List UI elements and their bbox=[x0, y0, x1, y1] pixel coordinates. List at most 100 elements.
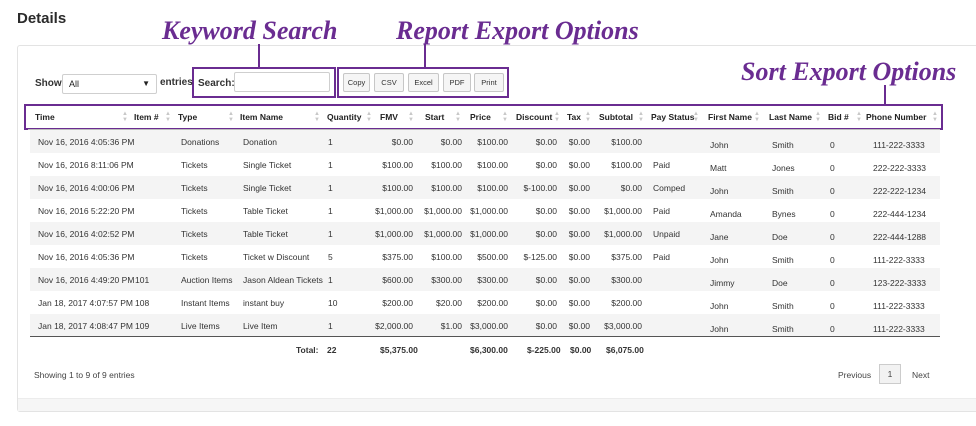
column-header-subtotal[interactable]: Subtotal bbox=[599, 106, 633, 128]
column-header-item-name[interactable]: Item Name bbox=[240, 106, 283, 128]
sort-icon[interactable]: ▲ ▼ bbox=[638, 111, 644, 123]
cell-item-number: 109 bbox=[135, 321, 150, 331]
column-header-price[interactable]: Price bbox=[470, 106, 491, 128]
column-header-phone-number[interactable]: Phone Number bbox=[866, 106, 926, 128]
sort-icon[interactable]: ▲ ▼ bbox=[554, 111, 560, 123]
column-header-first-name[interactable]: First Name bbox=[708, 106, 752, 128]
sort-icon[interactable]: ▲ ▼ bbox=[585, 111, 591, 123]
cell-fmv: $375.00 bbox=[382, 252, 413, 262]
cell-first-name: Jane bbox=[710, 232, 729, 242]
column-header-type[interactable]: Type bbox=[178, 106, 197, 128]
cell-phone-number: 111-222-3333 bbox=[873, 301, 925, 311]
cell-phone-number: 222-444-1288 bbox=[873, 232, 926, 242]
column-header-start[interactable]: Start bbox=[425, 106, 444, 128]
column-header-fmv[interactable]: FMV bbox=[380, 106, 398, 128]
cell-time: Nov 16, 2016 4:05:36 PM bbox=[38, 252, 135, 262]
cell-phone-number: 123-222-3333 bbox=[873, 278, 926, 288]
cell-quantity: 1 bbox=[328, 206, 333, 216]
pdf-button[interactable]: PDF bbox=[443, 73, 471, 92]
table-row: Nov 16, 2016 5:22:20 PM Tickets Table Tick… bbox=[30, 199, 940, 222]
cell-fmv: $1,000.00 bbox=[375, 206, 413, 216]
show-label: Show bbox=[35, 78, 62, 89]
cell-tax: $0.00 bbox=[568, 160, 590, 170]
cell-discount: $0.00 bbox=[535, 137, 557, 147]
cell-discount: $0.00 bbox=[535, 229, 557, 239]
cell-phone-number: 222-444-1234 bbox=[873, 209, 926, 219]
search-input[interactable] bbox=[234, 72, 330, 92]
column-header-last-name[interactable]: Last Name bbox=[769, 106, 812, 128]
cell-item-name: Table Ticket bbox=[243, 206, 288, 216]
cell-discount: $0.00 bbox=[535, 160, 557, 170]
sort-icon[interactable]: ▲ ▼ bbox=[502, 111, 508, 123]
annotation-report-line bbox=[424, 44, 426, 68]
sort-icon[interactable]: ▲ ▼ bbox=[408, 111, 414, 123]
column-header-quantity[interactable]: Quantity bbox=[327, 106, 361, 128]
cell-time: Jan 18, 2017 4:07:57 PM bbox=[38, 298, 133, 308]
cell-item-name: Donation bbox=[243, 137, 278, 147]
column-header-bid-number[interactable]: Bid # bbox=[828, 106, 849, 128]
annotation-sort-export: Sort Export Options bbox=[741, 57, 957, 86]
sort-icon[interactable]: ▲ ▼ bbox=[228, 111, 234, 123]
table-row: Jan 18, 2017 4:08:47 PM 109 Live Items Live… bbox=[30, 314, 940, 337]
sort-icon[interactable]: ▲ ▼ bbox=[754, 111, 760, 123]
sort-icon[interactable]: ▲ ▼ bbox=[932, 111, 938, 123]
csv-button[interactable]: CSV bbox=[374, 73, 404, 92]
cell-item-name: Live Item bbox=[243, 321, 278, 331]
cell-quantity: 1 bbox=[328, 229, 333, 239]
sort-icon[interactable]: ▲ ▼ bbox=[366, 111, 372, 123]
excel-button[interactable]: Excel bbox=[408, 73, 439, 92]
cell-tax: $0.00 bbox=[568, 206, 590, 216]
entries-info: Showing 1 to 9 of 9 entries bbox=[34, 370, 135, 380]
cell-fmv: $100.00 bbox=[382, 183, 413, 193]
column-header-time[interactable]: Time bbox=[35, 106, 55, 128]
copy-button[interactable]: Copy bbox=[343, 73, 370, 92]
cell-first-name: Jimmy bbox=[710, 278, 735, 288]
cell-type: Instant Items bbox=[181, 298, 230, 308]
cell-price: $1,000.00 bbox=[470, 206, 508, 216]
cell-discount: $0.00 bbox=[535, 206, 557, 216]
page-1-button[interactable]: 1 bbox=[879, 364, 901, 384]
cell-first-name: Amanda bbox=[710, 209, 742, 219]
sort-icon[interactable]: ▲ ▼ bbox=[815, 111, 821, 123]
sort-icon[interactable]: ▲ ▼ bbox=[693, 111, 699, 123]
cell-tax: $0.00 bbox=[568, 229, 590, 239]
cell-subtotal: $1,000.00 bbox=[604, 229, 642, 239]
cell-item-name: Table Ticket bbox=[243, 229, 288, 239]
next-link[interactable]: Next bbox=[912, 370, 929, 380]
cell-last-name: Smith bbox=[772, 140, 794, 150]
cell-last-name: Jones bbox=[772, 163, 795, 173]
sort-icon[interactable]: ▲ ▼ bbox=[122, 111, 128, 123]
cell-tax: $0.00 bbox=[568, 183, 590, 193]
cell-type: Tickets bbox=[181, 160, 208, 170]
cell-price: $300.00 bbox=[477, 275, 508, 285]
entries-select[interactable]: All ▼ bbox=[62, 74, 157, 94]
sort-icon[interactable]: ▲ ▼ bbox=[314, 111, 320, 123]
cell-pay-status: Paid bbox=[653, 160, 671, 170]
cell-phone-number: 111-222-3333 bbox=[873, 140, 925, 150]
column-header-pay-status[interactable]: Pay Status bbox=[651, 106, 694, 128]
cell-subtotal: $0.00 bbox=[620, 183, 642, 193]
cell-item-number: 101 bbox=[135, 275, 150, 285]
column-header-discount[interactable]: Discount bbox=[516, 106, 552, 128]
cell-type: Live Items bbox=[181, 321, 220, 331]
print-button[interactable]: Print bbox=[474, 73, 504, 92]
cell-subtotal: $100.00 bbox=[611, 137, 642, 147]
sort-icon[interactable]: ▲ ▼ bbox=[455, 111, 461, 123]
column-header-tax[interactable]: Tax bbox=[567, 106, 581, 128]
cell-last-name: Smith bbox=[772, 255, 794, 265]
cell-type: Donations bbox=[181, 137, 220, 147]
cell-tax: $0.00 bbox=[568, 321, 590, 331]
cell-bid-number: 0 bbox=[830, 209, 835, 219]
cell-quantity: 1 bbox=[328, 160, 333, 170]
previous-link[interactable]: Previous bbox=[838, 370, 871, 380]
totals-fmv: $5,375.00 bbox=[380, 345, 418, 355]
annotation-keyword-line bbox=[258, 44, 260, 68]
sort-icon[interactable]: ▲ ▼ bbox=[165, 111, 171, 123]
column-header-item-number[interactable]: Item # bbox=[134, 106, 159, 128]
cell-time: Nov 16, 2016 4:00:06 PM bbox=[38, 183, 135, 193]
cell-subtotal: $3,000.00 bbox=[604, 321, 642, 331]
cell-pay-status: Unpaid bbox=[653, 229, 680, 239]
cell-type: Auction Items bbox=[181, 275, 233, 285]
sort-icon[interactable]: ▲ ▼ bbox=[856, 111, 862, 123]
totals-rule bbox=[30, 336, 940, 337]
